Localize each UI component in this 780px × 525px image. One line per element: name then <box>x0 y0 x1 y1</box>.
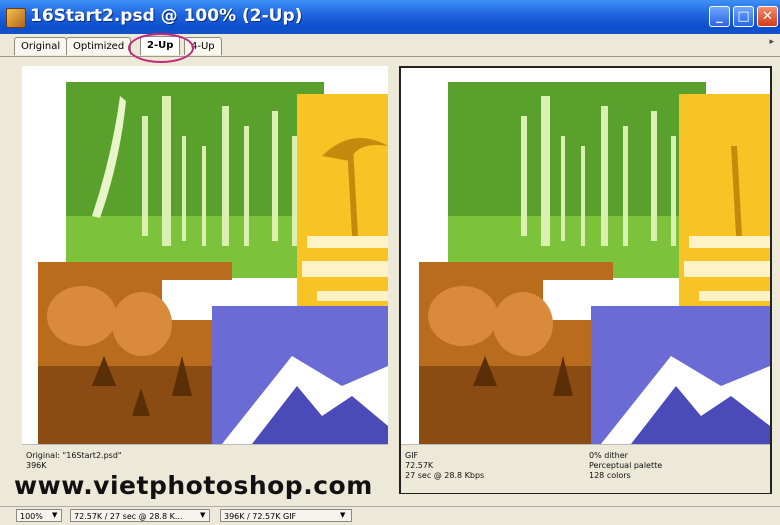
tab-scroll-arrow-icon[interactable]: ▸ <box>769 37 774 47</box>
optimized-timing: 27 sec @ 28.8 Kbps <box>405 471 485 480</box>
size-info-dropdown-icon[interactable]: ▼ <box>340 509 345 522</box>
optimized-collage-graphic <box>419 82 770 444</box>
status-bar: 100% ▼ 72.57K / 27 sec @ 28.8 K... ▼ 396… <box>0 506 780 525</box>
title-bar: 16Start2.psd @ 100% (2-Up) _ □ ✕ <box>0 0 780 34</box>
original-file-label: Original: "16Start2.psd" <box>26 451 122 460</box>
tab-original[interactable]: Original <box>14 37 68 55</box>
optimized-palette: Perceptual palette <box>589 461 663 470</box>
optimized-size: 72.57K <box>405 461 434 470</box>
download-info-field[interactable]: 72.57K / 27 sec @ 28.8 K... <box>70 509 210 522</box>
optimized-image <box>401 68 770 444</box>
watermark-text: www.vietphotoshop.com <box>14 471 373 500</box>
close-button[interactable]: ✕ <box>757 6 778 27</box>
maximize-button[interactable]: □ <box>733 6 754 27</box>
optimized-preview-panel[interactable]: GIF 72.57K 27 sec @ 28.8 Kbps 0% dither … <box>399 66 772 494</box>
optimized-dither: 0% dither <box>589 451 628 460</box>
original-image <box>22 66 388 444</box>
tab-optimized[interactable]: Optimized <box>66 37 132 55</box>
minimize-button[interactable]: _ <box>709 6 730 27</box>
window-title: 16Start2.psd @ 100% (2-Up) <box>30 6 303 26</box>
tab-highlight-circle <box>128 33 194 63</box>
view-tab-bar: Original Optimized 2-Up 4-Up <box>0 34 780 57</box>
optimized-info-bar: GIF 72.57K 27 sec @ 28.8 Kbps 0% dither … <box>401 444 770 493</box>
zoom-dropdown-icon[interactable]: ▼ <box>52 509 57 522</box>
optimized-colors: 128 colors <box>589 471 631 480</box>
original-file-size: 396K <box>26 461 47 470</box>
photoshop-app-icon[interactable] <box>6 8 26 28</box>
original-preview-panel[interactable]: Original: "16Start2.psd" 396K <box>22 66 388 495</box>
size-info-field[interactable]: 396K / 72.57K GIF <box>220 509 352 522</box>
download-info-dropdown-icon[interactable]: ▼ <box>200 509 205 522</box>
original-collage-graphic <box>38 82 388 444</box>
optimized-format: GIF <box>405 451 419 460</box>
